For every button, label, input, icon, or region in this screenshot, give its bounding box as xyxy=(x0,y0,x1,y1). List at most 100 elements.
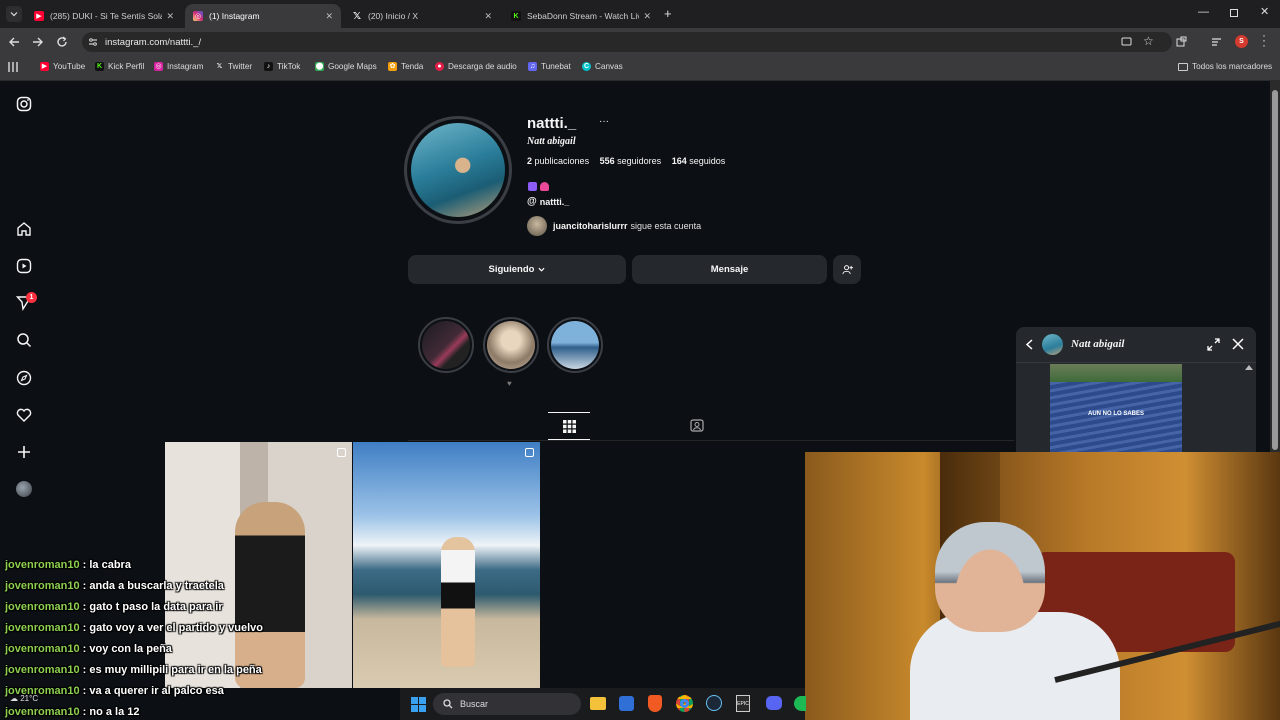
windows-start-icon[interactable] xyxy=(411,697,426,712)
bookmark-label: Tenda xyxy=(401,62,424,71)
dm-scroll-up-icon[interactable] xyxy=(1245,365,1253,370)
highlight-cover xyxy=(551,321,599,369)
tab-youtube[interactable]: ▶ (285) DUKI - Si Te Sentís Sola (V ✕ xyxy=(26,4,182,28)
posts-stat[interactable]: 2 publicaciones xyxy=(527,156,589,166)
bio-emoji xyxy=(528,182,549,191)
webcam-overlay xyxy=(805,452,1280,720)
forward-icon[interactable] xyxy=(32,36,44,48)
close-window-button[interactable]: ✕ xyxy=(1260,5,1269,18)
instagram-icon: ◎ xyxy=(193,11,203,21)
message-button[interactable]: Mensaje xyxy=(632,255,827,284)
restore-button[interactable] xyxy=(1230,9,1238,17)
purple-square-icon xyxy=(528,182,537,191)
nav-notifications[interactable] xyxy=(15,406,33,424)
suggest-user-button[interactable] xyxy=(833,255,861,284)
bookmark-label: Tunebat xyxy=(541,62,571,71)
steam-icon[interactable] xyxy=(706,695,722,711)
tab-kick[interactable]: K SebaDonn Stream - Watch Live ✕ xyxy=(503,4,659,28)
bookmark-label: Canvas xyxy=(595,62,623,71)
url-text: instagram.com/nattti._/ xyxy=(105,37,202,48)
options-button[interactable]: ··· xyxy=(599,116,609,127)
following-button[interactable]: Siguiendo xyxy=(408,255,626,284)
tab-posts[interactable] xyxy=(548,412,590,440)
tab-instagram[interactable]: ◎ (1) Instagram ✕ xyxy=(185,4,341,28)
reload-icon[interactable] xyxy=(56,36,68,48)
tagged-icon xyxy=(690,419,704,432)
close-icon[interactable]: ✕ xyxy=(643,11,651,22)
nav-create[interactable] xyxy=(15,443,33,461)
chat-message: jovenroman10 : voy con la peña xyxy=(5,643,172,655)
scrollbar-thumb[interactable] xyxy=(1272,90,1278,450)
bookmark-tenda[interactable]: ✿ Tenda xyxy=(388,62,423,71)
epic-games-icon[interactable]: EPIC xyxy=(736,695,750,712)
expand-icon[interactable] xyxy=(1207,338,1220,351)
tab-tagged[interactable] xyxy=(690,418,704,437)
carousel-icon xyxy=(337,448,346,457)
nav-search[interactable] xyxy=(15,331,33,349)
kick-icon: K xyxy=(511,11,521,21)
bookmark-youtube[interactable]: ▶ YouTube xyxy=(40,62,85,71)
highlight-cover xyxy=(422,321,470,369)
tab-x[interactable]: 𝕏 (20) Inicio / X ✕ xyxy=(344,4,500,28)
map-pin-icon: ⬤ xyxy=(315,62,324,71)
menu-icon[interactable]: · · · xyxy=(1262,29,1266,51)
back-icon[interactable] xyxy=(1025,339,1034,350)
back-icon[interactable] xyxy=(8,36,20,48)
spotify-icon[interactable] xyxy=(794,696,806,711)
tab-search-button[interactable] xyxy=(6,6,22,22)
chevron-down-icon xyxy=(10,12,18,17)
url-bar[interactable]: instagram.com/nattti._/ ☆ xyxy=(82,32,1172,52)
bookmark-twitter[interactable]: 𝕏 Twitter xyxy=(215,62,252,71)
site-info-icon[interactable] xyxy=(88,37,98,47)
bookmark-label: YouTube xyxy=(53,62,86,71)
bookmark-tunebat[interactable]: ♫ Tunebat xyxy=(528,62,571,71)
close-icon[interactable] xyxy=(1232,338,1244,350)
bookmark-instagram[interactable]: ◎ Instagram xyxy=(154,62,203,71)
weather-widget[interactable]: ☁ 21°C xyxy=(10,694,38,703)
apps-grid-icon[interactable] xyxy=(8,62,18,72)
minimize-button[interactable]: — xyxy=(1198,6,1209,18)
youtube-icon: ▶ xyxy=(40,62,49,71)
bookmark-google-maps[interactable]: ⬤ Google Maps xyxy=(315,62,377,71)
bookmark-star-icon[interactable]: ☆ xyxy=(1143,34,1154,48)
cast-icon[interactable] xyxy=(1121,37,1132,47)
chat-message: jovenroman10 : la cabra xyxy=(5,559,131,571)
instagram-logo-icon[interactable] xyxy=(16,96,32,112)
bookmark-label: TikTok xyxy=(277,62,301,71)
story-highlight[interactable] xyxy=(483,317,539,373)
bookmark-kick[interactable]: K Kick Perfil xyxy=(95,62,144,71)
profile-avatar-ring[interactable] xyxy=(404,116,512,224)
new-tab-button[interactable]: + xyxy=(664,6,672,21)
heart-icon xyxy=(16,408,32,422)
avatar xyxy=(16,481,32,497)
followed-by[interactable]: juancitoharislurrr sigue esta cuenta xyxy=(527,216,701,236)
store-icon[interactable] xyxy=(619,696,634,711)
profile-avatar[interactable]: S xyxy=(1235,35,1248,48)
media-control-icon[interactable] xyxy=(1211,36,1222,47)
close-icon[interactable]: ✕ xyxy=(325,11,333,22)
discord-icon[interactable] xyxy=(766,696,782,710)
nav-explore[interactable] xyxy=(15,369,33,387)
brave-icon[interactable] xyxy=(648,695,662,712)
followers-stat[interactable]: 556 seguidores xyxy=(600,156,662,166)
close-icon[interactable]: ✕ xyxy=(484,11,492,22)
close-icon[interactable]: ✕ xyxy=(166,11,174,22)
profile-username: nattti._ xyxy=(527,115,577,132)
all-bookmarks-button[interactable]: Todos los marcadores xyxy=(1178,62,1272,71)
nav-profile[interactable] xyxy=(15,480,33,498)
dm-shared-post[interactable]: AUN NO LO SABES xyxy=(1050,364,1182,453)
nav-reels[interactable] xyxy=(15,257,33,275)
following-stat[interactable]: 164 seguidos xyxy=(672,156,726,166)
story-highlight[interactable] xyxy=(418,317,474,373)
file-explorer-icon[interactable] xyxy=(590,697,606,710)
threads-link[interactable]: @ nattti._ xyxy=(527,196,569,207)
taskbar-search[interactable]: Buscar xyxy=(433,693,581,715)
story-highlight[interactable] xyxy=(547,317,603,373)
chrome-icon[interactable] xyxy=(676,695,693,712)
bookmark-descarga-audio[interactable]: ● Descarga de audio xyxy=(435,62,517,71)
avatar xyxy=(527,216,547,236)
nav-home[interactable] xyxy=(15,220,33,238)
bookmark-canvas[interactable]: C Canvas xyxy=(582,62,623,71)
bookmark-tiktok[interactable]: ♪ TikTok xyxy=(264,62,300,71)
extensions-icon[interactable] xyxy=(1176,36,1187,47)
